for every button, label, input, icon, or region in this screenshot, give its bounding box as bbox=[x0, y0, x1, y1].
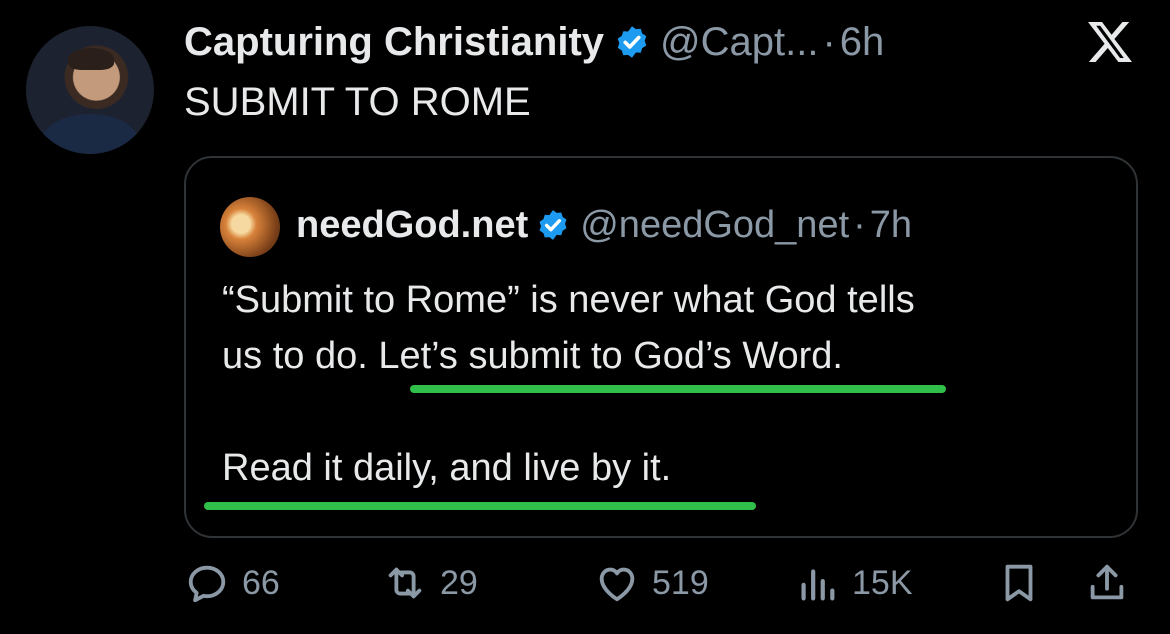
quoted-header-separator: · bbox=[853, 204, 866, 246]
repost-count: 29 bbox=[440, 563, 478, 602]
author-name[interactable]: Capturing Christianity bbox=[184, 16, 604, 68]
share-icon bbox=[1090, 564, 1124, 600]
verified-badge-icon bbox=[617, 26, 647, 58]
views-button[interactable]: 15K bbox=[794, 560, 913, 606]
quoted-author-name[interactable]: needGod.net bbox=[296, 200, 528, 250]
verified-badge-icon bbox=[539, 210, 567, 240]
like-button[interactable]: 519 bbox=[594, 560, 709, 606]
bookmark-button[interactable] bbox=[996, 560, 1042, 606]
x-logo-icon[interactable] bbox=[1086, 18, 1134, 66]
highlight-underline bbox=[410, 385, 946, 393]
quoted-author-handle[interactable]: @needGod_net bbox=[580, 200, 849, 250]
post-time[interactable]: 6h bbox=[840, 16, 885, 68]
bookmark-icon bbox=[1005, 564, 1033, 602]
quoted-text-line: Read it daily, and live by it. bbox=[222, 447, 672, 489]
quoted-post-text: “Submit to Rome” is never what God tells… bbox=[222, 272, 1102, 496]
share-button[interactable] bbox=[1084, 560, 1130, 606]
like-count: 519 bbox=[652, 563, 709, 602]
quoted-text-line: us to do. Let’s submit to God’s Word. bbox=[222, 335, 843, 377]
views-count: 15K bbox=[852, 563, 913, 602]
views-icon bbox=[801, 569, 835, 601]
highlight-underline bbox=[204, 502, 756, 510]
avatar-shoulders bbox=[40, 114, 140, 154]
reply-count: 66 bbox=[242, 563, 280, 602]
post-header: Capturing Christianity @Capt... · 6h bbox=[184, 16, 884, 68]
reply-button[interactable]: 66 bbox=[184, 560, 280, 606]
header-separator: · bbox=[822, 20, 836, 64]
like-icon bbox=[599, 567, 635, 602]
avatar-hair bbox=[68, 48, 114, 70]
repost-button[interactable]: 29 bbox=[382, 560, 478, 606]
quoted-post-time[interactable]: 7h bbox=[870, 200, 912, 250]
author-avatar[interactable] bbox=[26, 26, 154, 154]
quoted-author-avatar[interactable] bbox=[220, 197, 280, 257]
reply-icon bbox=[188, 565, 226, 603]
quoted-post-header: needGod.net @needGod_net · 7h bbox=[296, 200, 912, 250]
quoted-text-line: “Submit to Rome” is never what God tells bbox=[222, 279, 915, 321]
repost-icon bbox=[388, 567, 422, 599]
post-text: SUBMIT TO ROME bbox=[184, 80, 531, 124]
action-bar: 66 29 519 15K bbox=[184, 560, 1140, 620]
author-handle[interactable]: @Capt... bbox=[660, 16, 818, 68]
